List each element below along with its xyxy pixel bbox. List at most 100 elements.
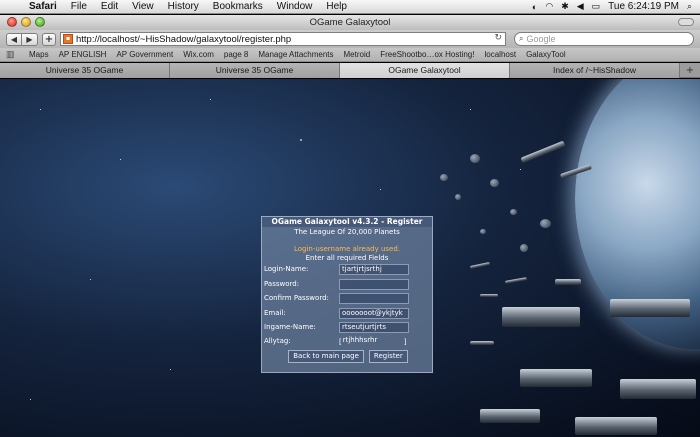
menu-app-name[interactable]: Safari <box>22 1 64 12</box>
tab-label: Universe 35 OGame <box>45 65 124 75</box>
menu-bookmarks[interactable]: Bookmarks <box>206 1 270 12</box>
close-window-icon[interactable] <box>7 17 17 27</box>
login-name-label: Login-Name: <box>264 265 309 273</box>
bookmark-ap-government[interactable]: AP Government <box>111 50 178 59</box>
page-content: OGame Galaxytool v4.3.2 - Register The L… <box>0 79 700 437</box>
asteroid <box>510 209 517 215</box>
spaceship <box>502 307 580 327</box>
tab-universe-35-b[interactable]: Universe 35 OGame <box>170 63 340 78</box>
plus-icon: + <box>44 33 54 45</box>
toolbar-toggle-icon[interactable] <box>678 18 694 26</box>
menu-view[interactable]: View <box>125 1 161 12</box>
star <box>90 279 91 280</box>
confirm-password-row: Confirm Password: <box>263 292 433 305</box>
password-row: Password: <box>263 278 433 291</box>
spaceship <box>480 294 498 297</box>
tab-bar: Universe 35 OGame Universe 35 OGame OGam… <box>0 63 700 78</box>
back-to-main-button[interactable]: Back to main page <box>288 350 364 363</box>
address-bar[interactable]: ▪ http://localhost/~HisShadow/galaxytool… <box>60 32 506 46</box>
plus-icon: + <box>685 65 695 76</box>
star <box>470 109 471 110</box>
spaceship <box>470 341 494 345</box>
wifi-icon[interactable]: ◠ <box>545 1 553 12</box>
tab-index-of-hisshadow[interactable]: Index of /~HisShadow <box>510 63 680 78</box>
ingame-name-label: Ingame-Name: <box>264 323 316 331</box>
star <box>120 159 121 160</box>
register-subtitle: The League Of 20,000 Planets <box>294 228 400 236</box>
error-message: Login-username already used. <box>293 245 401 253</box>
tab-ogame-galaxytool[interactable]: OGame Galaxytool <box>340 63 510 78</box>
bookmark-galaxytool[interactable]: GalaxyTool <box>521 50 571 59</box>
login-name-input[interactable]: tjartjrtjsrthj <box>339 264 409 275</box>
bookmark-ap-english[interactable]: AP ENGLISH <box>54 50 112 59</box>
back-button[interactable]: ◀ <box>6 32 22 46</box>
ingame-name-input[interactable]: rtseutjurtjrts <box>339 322 409 333</box>
register-actions: Back to main page Register <box>262 350 434 363</box>
star <box>380 189 381 190</box>
bookmark-wix[interactable]: Wix.com <box>178 50 219 59</box>
nav-buttons: ◀ ▶ <box>6 32 38 46</box>
menu-window[interactable]: Window <box>270 1 320 12</box>
bookmark-localhost[interactable]: localhost <box>479 50 521 59</box>
search-placeholder: Google <box>526 34 556 44</box>
asteroid <box>440 174 448 181</box>
confirm-password-input[interactable] <box>339 293 409 304</box>
password-label: Password: <box>264 280 300 288</box>
search-field[interactable]: ⌕ Google <box>514 32 694 46</box>
spaceship <box>520 369 592 387</box>
menu-file[interactable]: File <box>64 1 94 12</box>
spaceship <box>555 279 581 285</box>
menubar-extras: ◐ ◠ ✱ ◀ ▭ Tue 6:24:19 PM ⌕ <box>532 1 700 12</box>
email-label: Email: <box>264 309 286 317</box>
sync-icon[interactable]: ◐ <box>532 2 537 12</box>
menubar: Safari File Edit View History Bookmarks … <box>0 0 700 14</box>
password-input[interactable] <box>339 279 409 290</box>
battery-icon[interactable]: ▭ <box>592 1 601 12</box>
reload-icon[interactable]: ↻ <box>494 33 502 43</box>
asteroid <box>520 244 528 252</box>
bookmark-freeshootbox[interactable]: FreeShootbo…ox Hosting! <box>375 50 479 59</box>
asteroid <box>470 154 480 163</box>
bluetooth-icon[interactable]: ✱ <box>561 1 569 12</box>
menu-help[interactable]: Help <box>319 1 354 12</box>
asteroid <box>480 229 486 234</box>
spaceship <box>620 379 696 399</box>
allytag-label: Allytag: <box>264 337 291 345</box>
allytag-input[interactable]: rtjhhhsrhr <box>342 336 404 347</box>
tab-universe-35-a[interactable]: Universe 35 OGame <box>0 63 170 78</box>
minimize-window-icon[interactable] <box>21 17 31 27</box>
bookmark-metroid[interactable]: Metroid <box>339 50 376 59</box>
volume-icon[interactable]: ◀ <box>577 1 584 12</box>
forward-arrow-icon: ▶ <box>26 34 33 44</box>
bookmarks-book-icon[interactable]: ▥ <box>6 49 20 60</box>
star <box>300 139 302 141</box>
menubar-clock[interactable]: Tue 6:24:19 PM <box>608 1 679 12</box>
bookmark-maps[interactable]: Maps <box>24 50 54 59</box>
spaceship <box>610 299 690 317</box>
zoom-window-icon[interactable] <box>35 17 45 27</box>
new-tab-button[interactable]: + <box>680 63 700 77</box>
register-button[interactable]: Register <box>368 350 408 363</box>
address-bar-url[interactable]: http://localhost/~HisShadow/galaxytool/r… <box>76 34 291 45</box>
spotlight-icon[interactable]: ⌕ <box>687 1 692 12</box>
spaceship <box>575 417 657 435</box>
menu-history[interactable]: History <box>161 1 206 12</box>
allytag-wrapper: [ rtjhhhsrhr ] <box>339 336 406 347</box>
info-message: Enter all required Fields <box>305 254 389 262</box>
menu-edit[interactable]: Edit <box>94 1 125 12</box>
allytag-close-bracket: ] <box>403 337 407 346</box>
bookmarks-bar: ▥ Maps AP ENGLISH AP Government Wix.com … <box>0 48 700 62</box>
add-bookmark-button[interactable]: + <box>42 32 56 46</box>
forward-button[interactable]: ▶ <box>22 32 38 46</box>
star <box>30 399 31 400</box>
star <box>520 169 521 170</box>
tab-label: OGame Galaxytool <box>388 65 461 75</box>
register-panel: OGame Galaxytool v4.3.2 - Register The L… <box>261 216 433 373</box>
tab-label: Universe 35 OGame <box>215 65 294 75</box>
email-input[interactable]: ooooooot@ykjtyk <box>339 308 409 319</box>
ingame-name-row: Ingame-Name: rtseutjurtjrts <box>263 321 433 334</box>
bookmark-manage-attachments[interactable]: Manage Attachments <box>253 50 338 59</box>
register-title: OGame Galaxytool v4.3.2 - Register <box>262 217 432 227</box>
bookmark-page-8[interactable]: page 8 <box>219 50 253 59</box>
back-arrow-icon: ◀ <box>10 34 18 44</box>
